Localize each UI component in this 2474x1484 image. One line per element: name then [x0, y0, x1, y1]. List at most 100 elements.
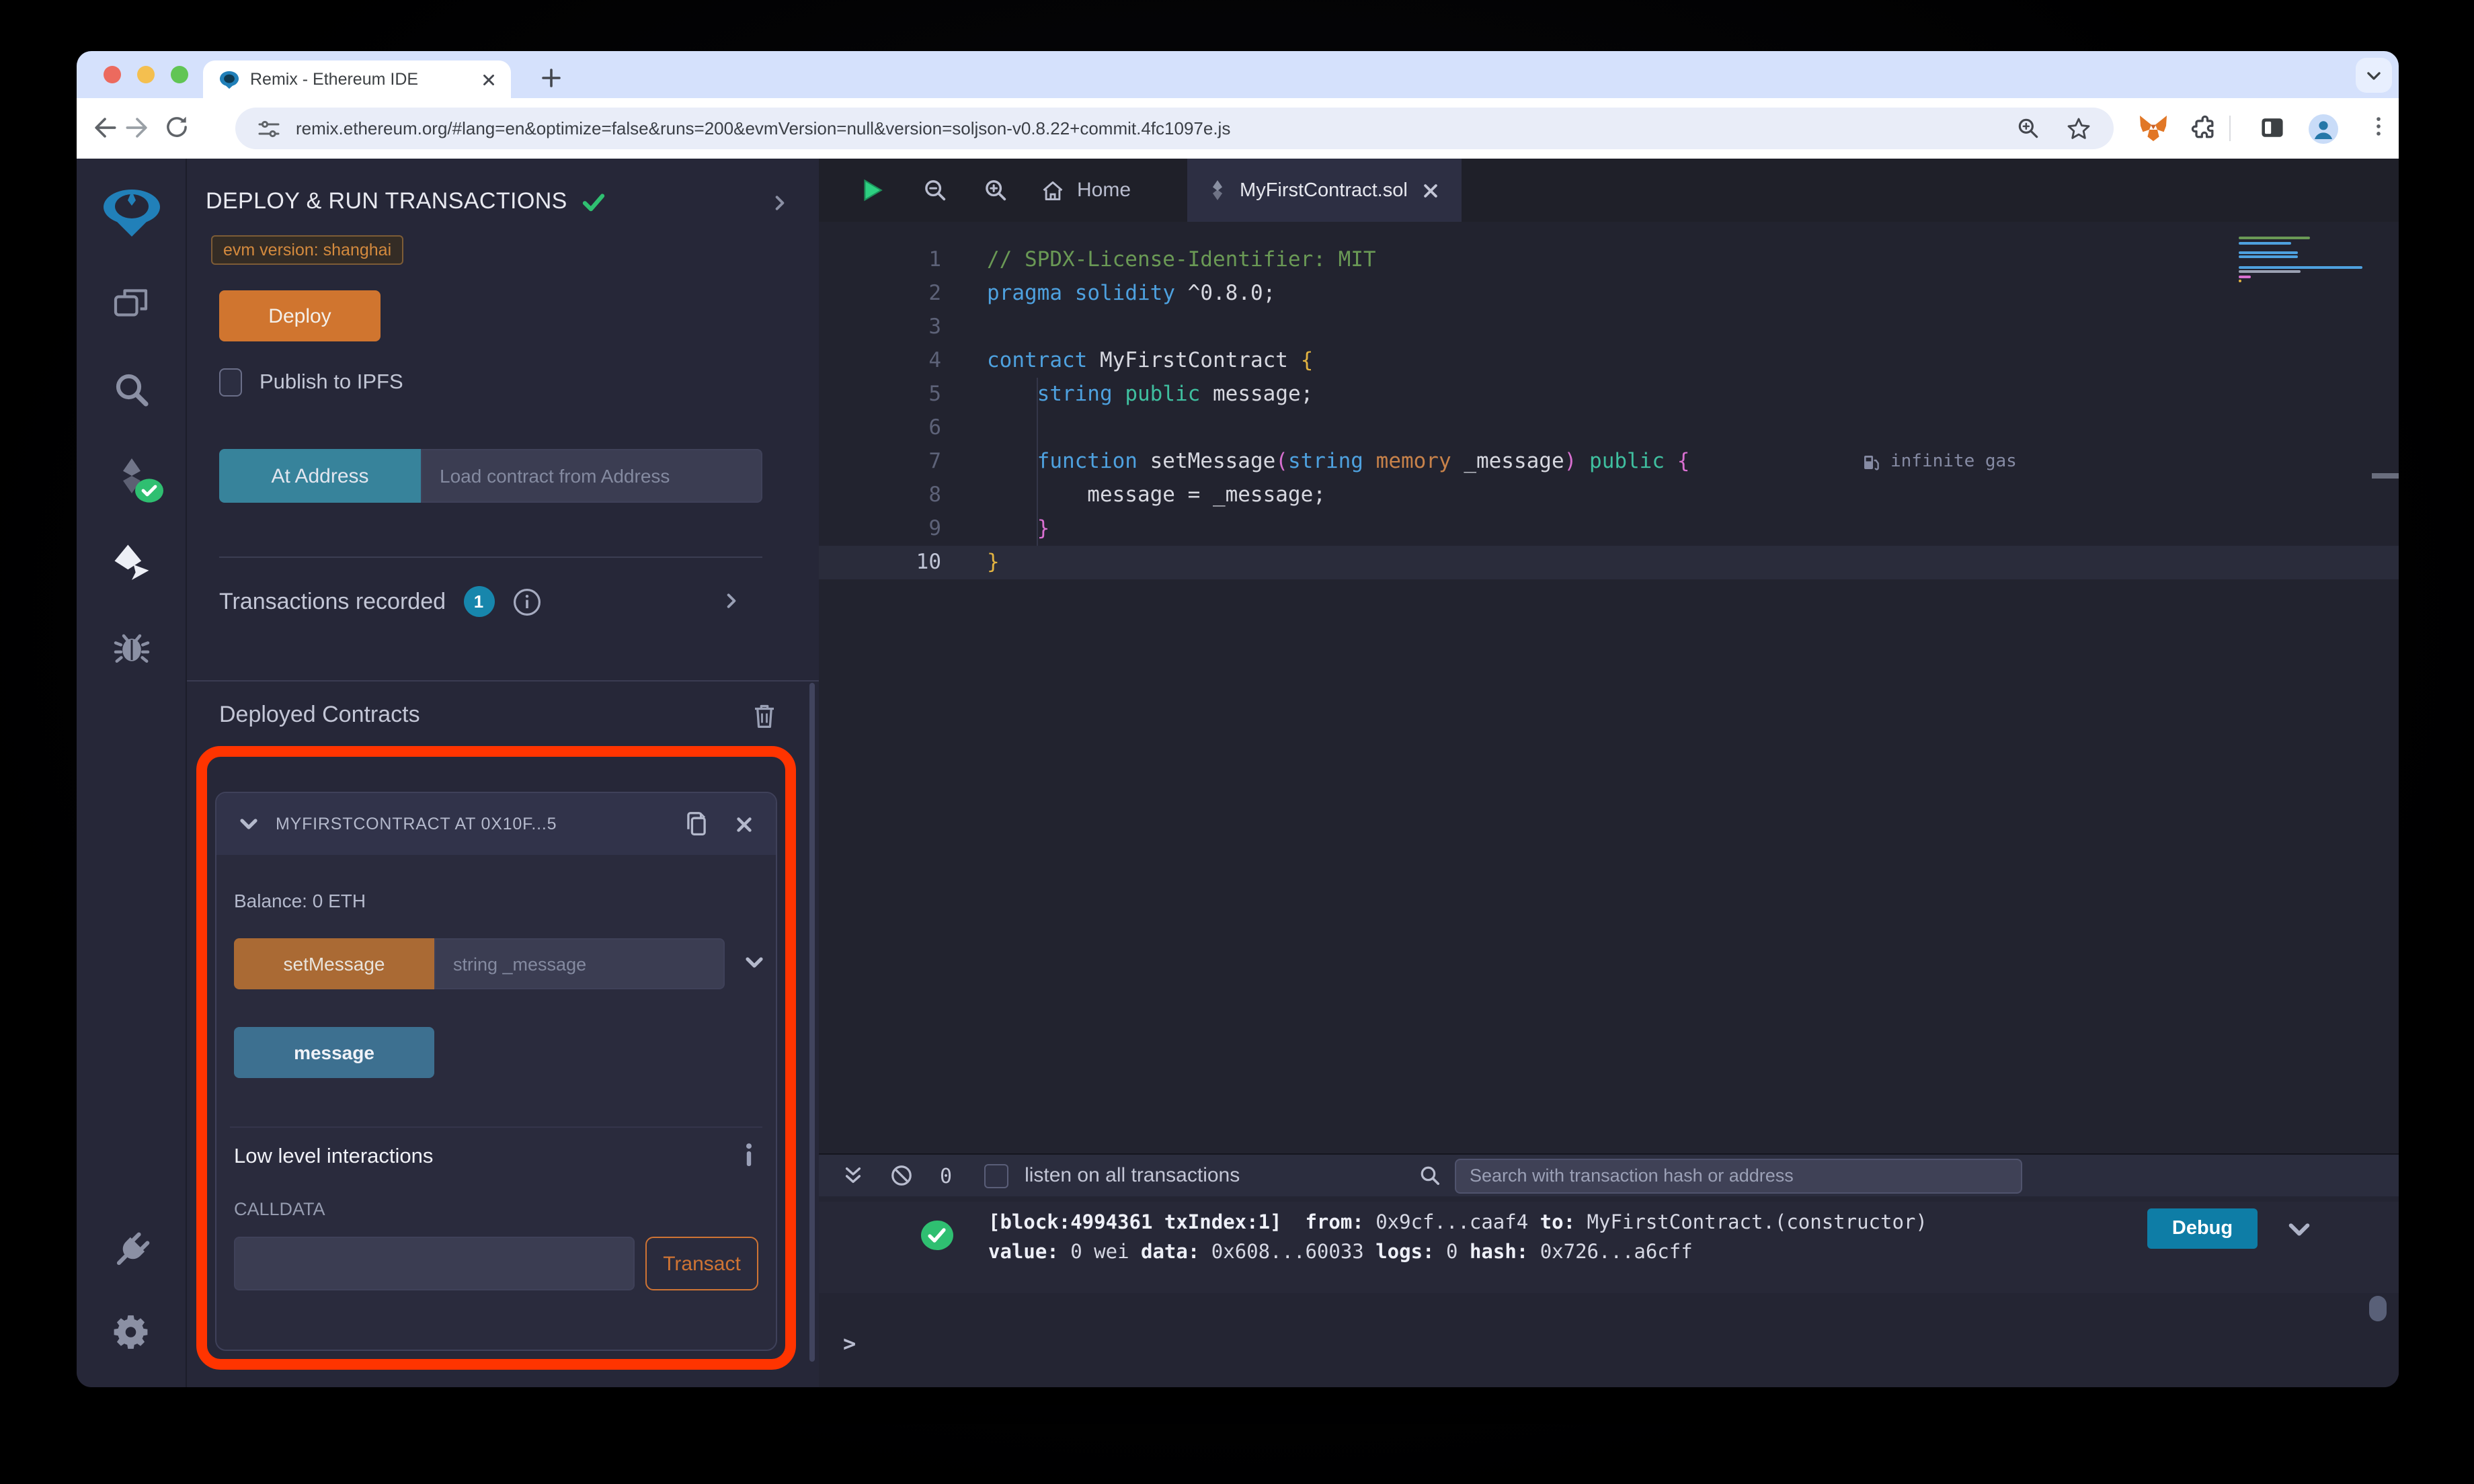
traffic-light-close[interactable] — [104, 66, 121, 83]
set-message-button[interactable]: setMessage — [234, 938, 434, 989]
zoom-in-button[interactable] — [983, 177, 1008, 203]
tab-file-close-icon[interactable] — [1421, 181, 1440, 200]
code-line-3[interactable]: 3 — [819, 311, 2399, 344]
sidebar-item-deploy-run[interactable] — [77, 519, 186, 605]
clear-console-button[interactable] — [890, 1164, 913, 1187]
code-line-9[interactable]: 9 } — [819, 512, 2399, 546]
editor-minimap[interactable] — [2239, 237, 2366, 285]
line-number[interactable]: 1 — [819, 243, 941, 277]
line-number[interactable]: 6 — [819, 411, 941, 445]
remix-logo-icon[interactable] — [77, 177, 186, 250]
code-line-1[interactable]: 1 // SPDX-License-Identifier: MIT — [819, 243, 2399, 277]
sidebar-item-solidity-compiler[interactable] — [77, 433, 186, 519]
plug-icon — [116, 1232, 149, 1266]
traffic-light-zoom[interactable] — [171, 66, 188, 83]
close-icon — [737, 817, 752, 831]
line-number[interactable]: 7 — [819, 445, 941, 479]
run-script-button[interactable] — [859, 177, 885, 203]
sidebar-item-search[interactable] — [77, 347, 186, 433]
contract-card-header[interactable]: MYFIRSTCONTRACT AT 0X10F...5 — [216, 793, 776, 855]
site-settings-icon[interactable] — [257, 116, 281, 140]
transactions-recorded-label: Transactions recorded — [219, 588, 446, 614]
info-icon[interactable] — [512, 587, 541, 616]
editor-scrollbar-thumb[interactable] — [2372, 473, 2399, 479]
zoom-out-icon — [925, 180, 946, 201]
remove-contract-button[interactable] — [734, 814, 754, 834]
code-line-10[interactable]: 10} — [819, 546, 2399, 579]
zoom-out-button[interactable] — [922, 177, 948, 203]
forward-button[interactable] — [122, 113, 152, 142]
transactions-count-badge: 1 — [463, 586, 495, 617]
set-message-input[interactable] — [434, 938, 725, 989]
sidebar-item-file-explorer[interactable] — [77, 261, 186, 347]
tab-close-icon[interactable] — [480, 71, 497, 88]
tab-home[interactable]: Home — [1041, 178, 1131, 202]
back-button[interactable] — [90, 113, 120, 142]
code-line-5[interactable]: 5 string public message; — [819, 378, 2399, 411]
line-number[interactable]: 4 — [819, 344, 941, 378]
terminal-body[interactable]: [block:4994361 txIndex:1] from: 0x9cf...… — [819, 1196, 2399, 1387]
sidebar-item-debugger[interactable] — [77, 605, 186, 691]
clear-contracts-button[interactable] — [752, 702, 777, 730]
sidebar-item-plugin-manager[interactable] — [77, 1207, 186, 1293]
line-number[interactable]: 10 — [819, 546, 941, 579]
code-line-7[interactable]: 7 function setMessage(string memory _mes… — [819, 445, 2399, 479]
debug-button[interactable]: Debug — [2147, 1208, 2258, 1249]
metamask-extension-button[interactable] — [2138, 113, 2169, 144]
kebab-menu-icon — [2377, 117, 2381, 136]
code-editor[interactable]: 1 // SPDX-License-Identifier: MIT 2 pragma … — [819, 222, 2399, 1153]
expand-params-icon[interactable] — [744, 952, 765, 973]
at-address-button[interactable]: At Address — [219, 449, 421, 503]
extensions-button[interactable] — [2189, 113, 2219, 142]
reload-button[interactable] — [163, 113, 191, 141]
browser-menu-button[interactable] — [2365, 113, 2392, 140]
browser-tab[interactable]: Remix - Ethereum IDE — [203, 60, 511, 98]
expand-terminal-button[interactable] — [843, 1165, 863, 1186]
code-line-2[interactable]: 2 pragma solidity ^0.8.0; — [819, 277, 2399, 311]
publish-ipfs-checkbox[interactable] — [219, 368, 242, 397]
code-line-8[interactable]: 8 message = _message; — [819, 479, 2399, 512]
transactions-expand-icon[interactable] — [722, 591, 741, 610]
copy-address-button[interactable] — [683, 809, 710, 839]
line-number[interactable]: 3 — [819, 311, 941, 344]
at-address-input[interactable] — [421, 449, 762, 503]
new-tab-button[interactable] — [534, 60, 569, 95]
calldata-input[interactable] — [234, 1237, 635, 1290]
code-text: } — [1037, 516, 1050, 540]
line-number[interactable]: 8 — [819, 479, 941, 512]
log-expand-icon[interactable] — [2287, 1218, 2311, 1242]
search-icon — [115, 374, 148, 407]
plus-icon — [542, 69, 561, 87]
section-divider — [187, 680, 819, 682]
terminal-search-input[interactable] — [1455, 1158, 2022, 1193]
tab-file-active[interactable]: MyFirstContract.sol — [1187, 159, 1462, 222]
panel-scrollbar[interactable] — [809, 683, 815, 1362]
toolbar-divider — [2229, 116, 2231, 141]
gas-annotation: infinite gas — [1862, 445, 2017, 479]
side-panel-button[interactable] — [2258, 113, 2287, 142]
listen-transactions-checkbox[interactable] — [984, 1163, 1009, 1188]
terminal-scrollbar-thumb[interactable] — [2369, 1296, 2387, 1321]
profile-avatar[interactable] — [2307, 113, 2340, 145]
sidebar-item-settings[interactable] — [77, 1293, 186, 1371]
metamask-fox-icon — [2140, 116, 2167, 141]
traffic-light-minimize[interactable] — [137, 66, 155, 83]
tab-search-button[interactable] — [2356, 58, 2392, 93]
code-line-4[interactable]: 4 contract MyFirstContract { — [819, 344, 2399, 378]
collapse-contract-icon[interactable] — [238, 813, 260, 835]
address-bar[interactable]: remix.ethereum.org/#lang=en&optimize=fal… — [235, 108, 2114, 149]
line-number[interactable]: 5 — [819, 378, 941, 411]
panel-expand-icon[interactable] — [770, 194, 789, 212]
remix-app: DEPLOY & RUN TRANSACTIONS evm version: s… — [77, 159, 2399, 1387]
line-number[interactable]: 2 — [819, 277, 941, 311]
line-number[interactable]: 9 — [819, 512, 941, 546]
code-line-6[interactable]: 6 — [819, 411, 2399, 445]
deploy-button[interactable]: Deploy — [219, 290, 381, 341]
bookmark-star-icon[interactable] — [2065, 115, 2092, 142]
side-panel-icon — [2262, 118, 2283, 137]
low-level-info-icon[interactable] — [744, 1143, 754, 1167]
transact-button[interactable]: Transact — [645, 1237, 758, 1290]
zoom-page-icon[interactable] — [2016, 116, 2041, 141]
screenshot-root: Remix - Ethereum IDE remix.ethereum.org/… — [0, 0, 2474, 1484]
message-button[interactable]: message — [234, 1027, 434, 1078]
